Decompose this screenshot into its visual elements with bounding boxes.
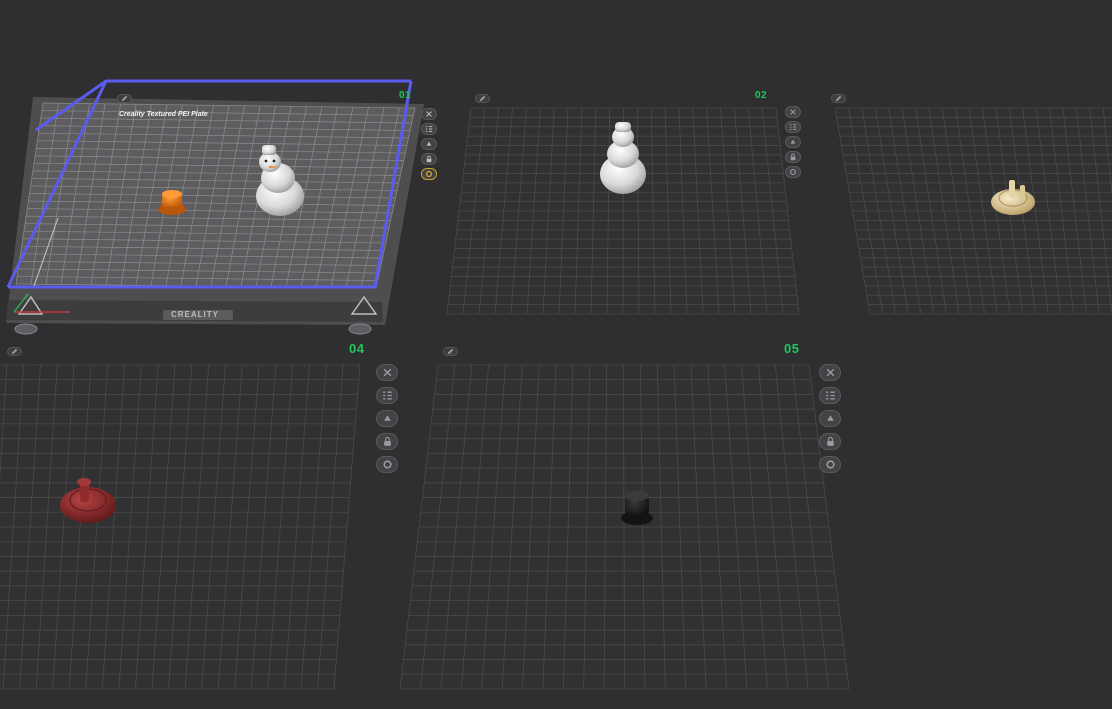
close-icon [426,111,432,117]
plate-02[interactable] [446,107,800,315]
plate-01-toolbar [421,108,437,180]
orient-icon [790,139,796,144]
remove-plate-button[interactable] [785,106,801,118]
plate-04-toolbar [376,364,398,473]
orange-hat-model[interactable] [158,190,186,215]
lock-plate-button[interactable] [376,433,398,450]
orient-icon [826,415,834,421]
settings-icon [382,460,392,469]
plate-settings-button[interactable] [421,168,437,180]
arrange-icon [789,124,797,130]
close-icon [383,368,391,377]
close-icon [826,368,834,377]
lock-icon [826,436,834,446]
close-icon [790,109,796,115]
pencil-icon [121,95,128,102]
plate-03[interactable] [834,107,1112,315]
plate-04[interactable] [0,364,361,690]
arrange-icon [382,391,392,400]
lock-plate-button[interactable] [819,433,841,450]
edit-plate-name-button[interactable] [443,347,458,356]
settings-icon [790,169,796,175]
orient-plate-button[interactable] [421,138,437,150]
plate-settings-button[interactable] [785,166,801,178]
orient-plate-button[interactable] [785,136,801,148]
orient-plate-button[interactable] [376,410,398,427]
arrange-plate-button[interactable] [785,121,801,133]
pencil-icon [835,95,842,102]
plate-number-label: 05 [784,341,800,356]
orient-plate-button[interactable] [819,410,841,427]
settings-icon [825,460,835,469]
edit-plate-name-button[interactable] [475,94,490,103]
edit-plate-name-button[interactable] [117,94,132,103]
edit-plate-name-button[interactable] [7,347,22,356]
remove-plate-button[interactable] [376,364,398,381]
lock-plate-button[interactable] [421,153,437,165]
remove-plate-button[interactable] [819,364,841,381]
plate-01-foot-right [348,323,372,335]
pencil-icon [11,348,18,355]
arrange-icon [825,391,835,400]
lock-plate-button[interactable] [785,151,801,163]
arrange-plate-button[interactable] [421,123,437,135]
bed-brand-label: CREALITY [171,310,219,319]
plate-number-label: 04 [349,341,365,356]
orient-icon [426,141,432,146]
plate-02-toolbar [785,106,801,178]
edit-plate-name-button[interactable] [831,94,846,103]
lock-icon [383,436,391,446]
bed-texture-label: Creality Textured PEI Plate [119,111,208,118]
pencil-icon [447,348,454,355]
plate-settings-button[interactable] [376,456,398,473]
arrange-plate-button[interactable] [376,387,398,404]
orient-icon [383,415,391,421]
plate-05-toolbar [819,364,841,473]
lock-icon [426,155,432,163]
plate-number-label: 02 [755,90,768,101]
pencil-icon [479,95,486,102]
arrange-plate-button[interactable] [819,387,841,404]
lock-icon [790,153,796,161]
prepare-3d-viewport[interactable] [0,0,1112,709]
settings-icon [426,171,432,177]
plate-number-label: 01 [399,90,412,101]
plate-settings-button[interactable] [819,456,841,473]
arrange-icon [425,126,433,132]
plate-01-foot-left [14,323,38,335]
black-hat-model[interactable] [621,491,653,525]
remove-plate-button[interactable] [421,108,437,120]
plate-05[interactable] [399,364,850,690]
plate-01[interactable] [6,79,424,335]
